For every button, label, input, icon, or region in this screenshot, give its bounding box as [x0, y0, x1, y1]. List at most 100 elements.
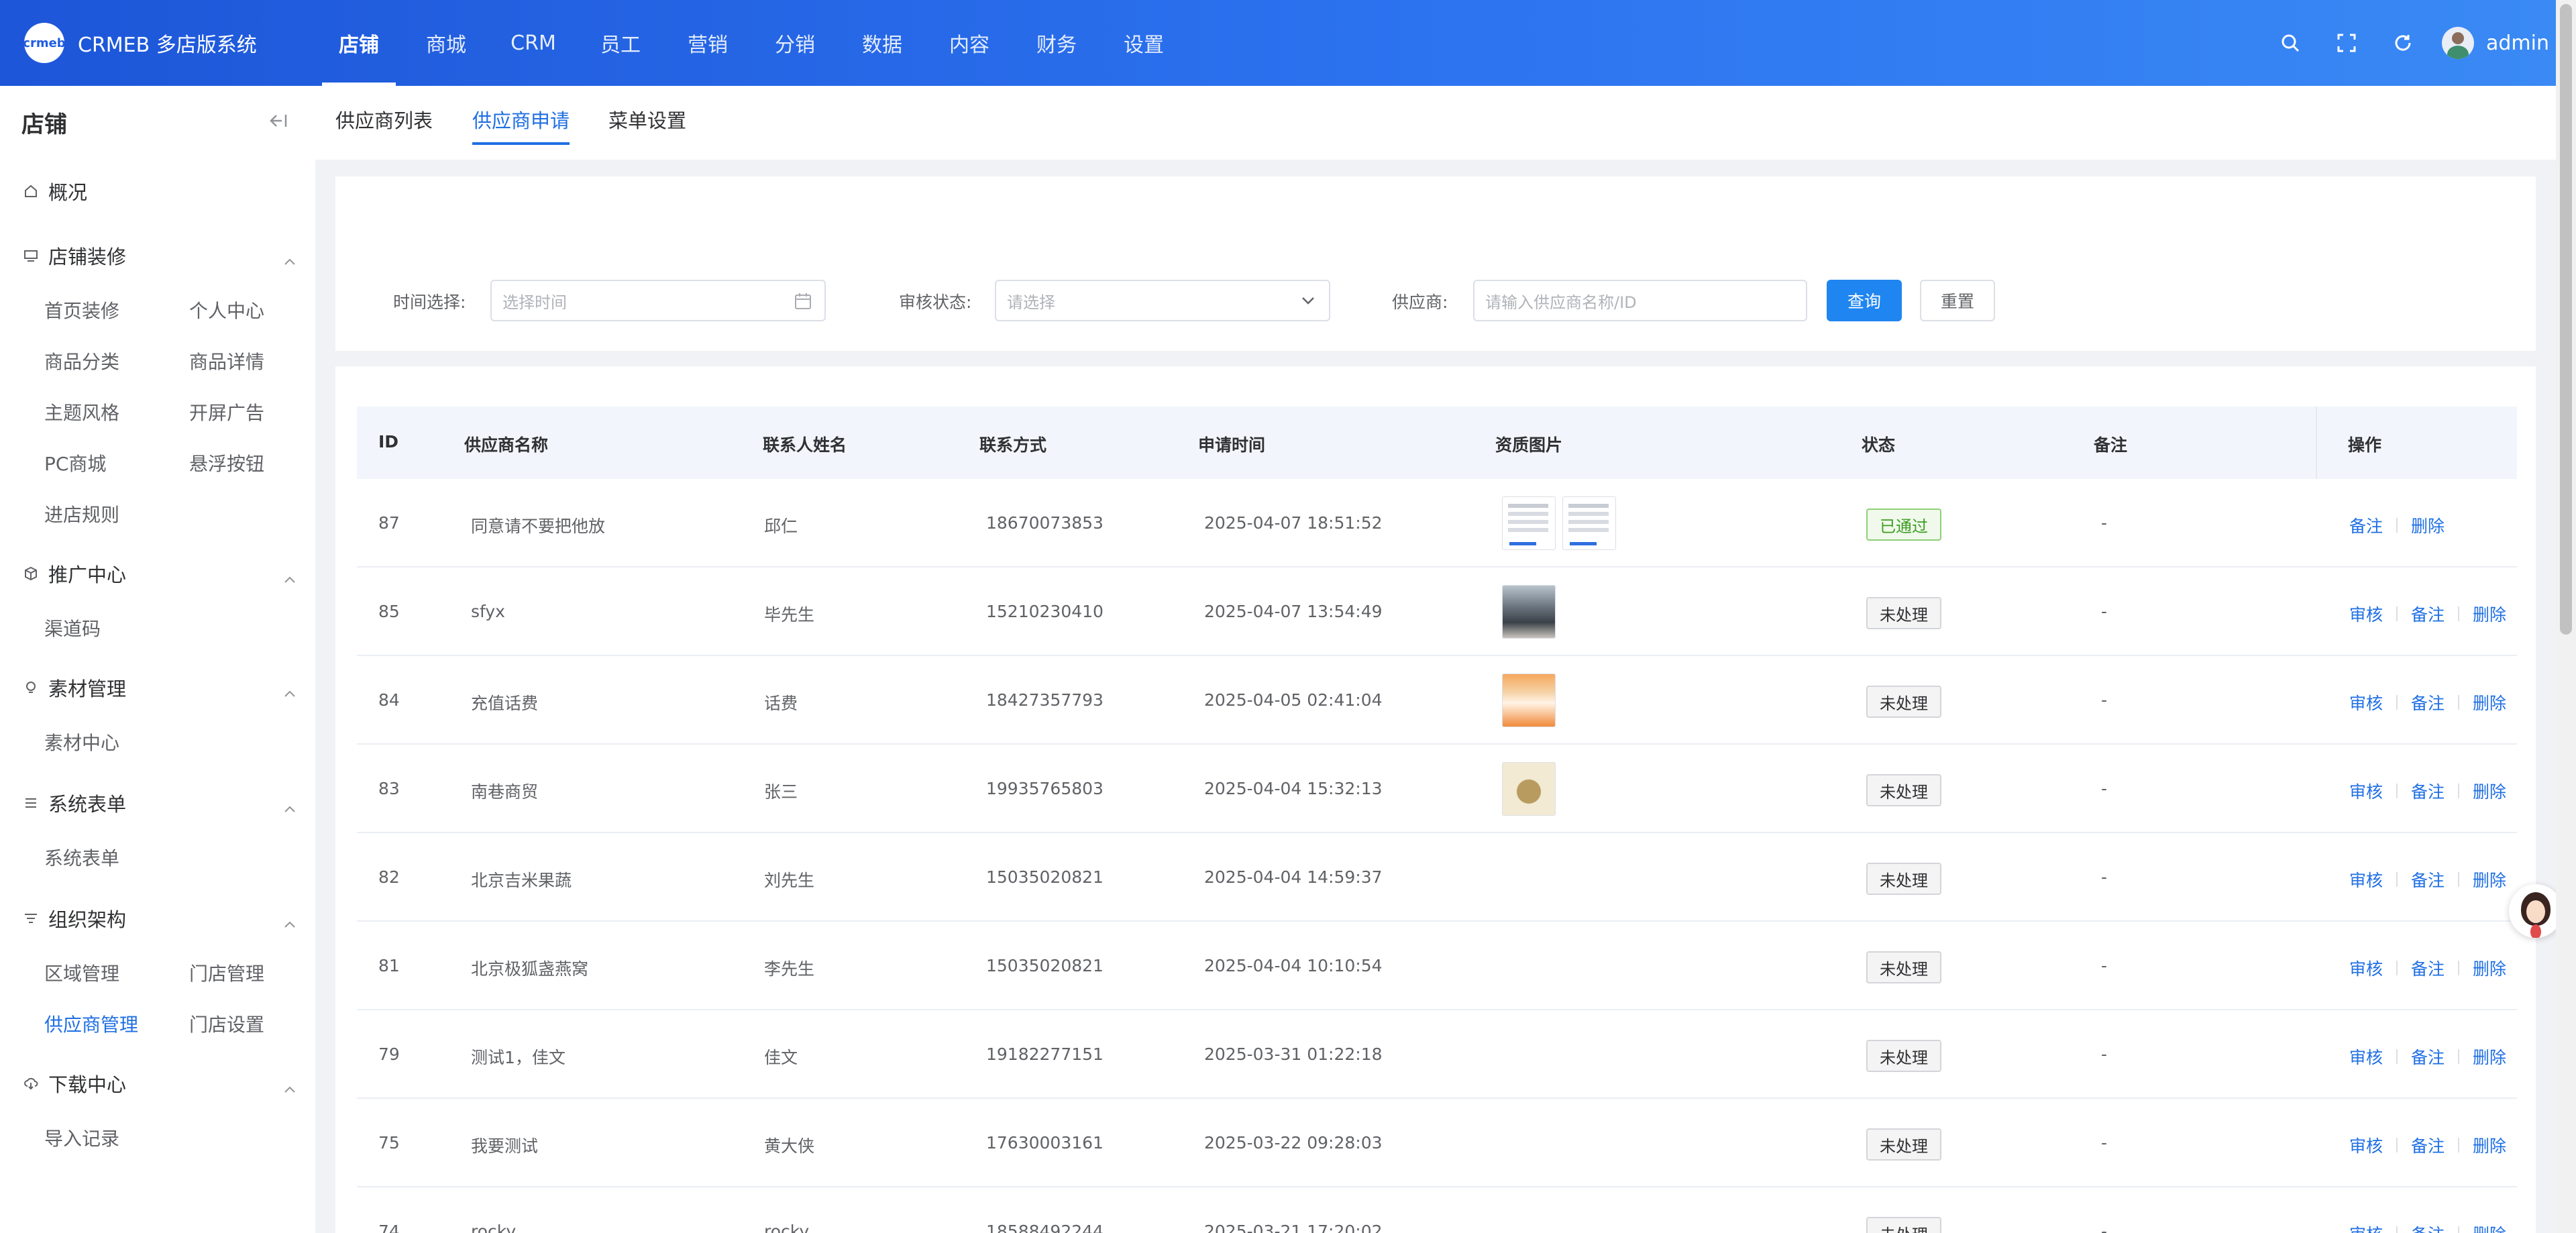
delete-link[interactable]: 删除: [2473, 1044, 2506, 1069]
sidebar-item-home-decoration[interactable]: 首页装修: [44, 297, 119, 323]
status-badge: 未处理: [1866, 951, 1941, 983]
remark-link[interactable]: 备注: [2349, 513, 2383, 537]
table-row: 87 同意请不要把他放 邱仁 18670073853 2025-04-07 18…: [357, 479, 2517, 568]
sidebar-item-overview[interactable]: 概况: [21, 174, 297, 208]
reset-button[interactable]: 重置: [1920, 280, 1995, 321]
status-select[interactable]: 请选择: [995, 280, 1330, 321]
table-row: 84 充值话费 话费 18427357793 2025-04-05 02:41:…: [357, 656, 2517, 745]
col-id: ID: [378, 432, 399, 451]
collapse-sidebar-icon[interactable]: [268, 113, 288, 131]
remark-link[interactable]: 备注: [2411, 690, 2445, 714]
sidebar-item-import-records[interactable]: 导入记录: [44, 1124, 119, 1151]
sidebar-section-decoration[interactable]: 店铺装修: [21, 239, 297, 272]
review-link[interactable]: 审核: [2349, 602, 2383, 626]
search-icon[interactable]: [2262, 0, 2318, 86]
qualification-image[interactable]: [1502, 585, 1556, 639]
tab-supplier-application[interactable]: 供应商申请: [472, 86, 570, 153]
qualification-image[interactable]: [1562, 496, 1616, 550]
remark-link[interactable]: 备注: [2411, 867, 2445, 892]
page-scrollbar[interactable]: [2556, 0, 2576, 1233]
topnav-staff[interactable]: 员工: [577, 0, 664, 86]
sidebar-section-promotion[interactable]: 推广中心: [21, 557, 297, 590]
delete-link[interactable]: 删除: [2473, 956, 2506, 980]
sidebar-item-theme-style[interactable]: 主题风格: [44, 398, 119, 425]
qualification-image[interactable]: [1502, 496, 1556, 550]
remark-link[interactable]: 备注: [2411, 1133, 2445, 1157]
sidebar-item-entry-rules[interactable]: 进店规则: [44, 500, 119, 527]
sidebar-item-float-button[interactable]: 悬浮按钮: [189, 449, 264, 476]
customer-service-avatar[interactable]: [2509, 884, 2563, 938]
delete-link[interactable]: 删除: [2473, 867, 2506, 892]
review-link[interactable]: 审核: [2349, 779, 2383, 803]
topnav-store[interactable]: 店铺: [315, 0, 402, 86]
cell-remark: -: [2101, 602, 2108, 621]
topnav-settings[interactable]: 设置: [1100, 0, 1187, 86]
cell-remark: -: [2101, 513, 2108, 533]
tab-menu-settings[interactable]: 菜单设置: [608, 86, 686, 153]
sidebar-item-channel-code[interactable]: 渠道码: [44, 614, 101, 641]
topnav-data[interactable]: 数据: [839, 0, 926, 86]
sidebar-section-org[interactable]: 组织架构: [21, 902, 297, 935]
remark-link[interactable]: 备注: [2411, 602, 2445, 626]
remark-link[interactable]: 备注: [2411, 1044, 2445, 1069]
sidebar-section-label: 店铺装修: [48, 246, 127, 268]
query-button[interactable]: 查询: [1827, 280, 1902, 321]
sidebar-item-region[interactable]: 区域管理: [44, 959, 119, 986]
topnav-marketing[interactable]: 营销: [664, 0, 751, 86]
col-remark: 备注: [2094, 435, 2128, 455]
qualification-image[interactable]: [1502, 674, 1556, 727]
cell-apply-time: 2025-03-22 09:28:03: [1204, 1133, 1383, 1152]
review-link[interactable]: 审核: [2349, 1133, 2383, 1157]
tab-supplier-list[interactable]: 供应商列表: [335, 86, 433, 153]
sidebar-item-store-management[interactable]: 门店管理: [189, 959, 264, 986]
delete-link[interactable]: 删除: [2411, 513, 2445, 537]
scrollbar-thumb[interactable]: [2560, 4, 2572, 635]
user-menu[interactable]: admin: [2442, 27, 2549, 59]
delete-link[interactable]: 删除: [2473, 1222, 2506, 1233]
sidebar-item-product-detail[interactable]: 商品详情: [189, 347, 264, 374]
review-link[interactable]: 审核: [2349, 690, 2383, 714]
time-picker[interactable]: 选择时间: [490, 280, 826, 321]
table-row: 74 rocky rocky 18588492244 2025-03-21 17…: [357, 1187, 2517, 1233]
remark-link[interactable]: 备注: [2411, 779, 2445, 803]
topnav-content[interactable]: 内容: [926, 0, 1013, 86]
review-link[interactable]: 审核: [2349, 1044, 2383, 1069]
cell-contact-name: 邱仁: [764, 517, 798, 536]
topnav-finance[interactable]: 财务: [1013, 0, 1100, 86]
remark-link[interactable]: 备注: [2411, 956, 2445, 980]
sidebar-item-store-settings[interactable]: 门店设置: [189, 1010, 264, 1037]
sidebar-item-system-forms[interactable]: 系统表单: [44, 844, 119, 871]
qualification-image[interactable]: [1502, 762, 1556, 816]
sidebar-section-forms[interactable]: 系统表单: [21, 786, 297, 820]
brand[interactable]: crmeb CRMEB 多店版系统: [23, 23, 257, 63]
remark-link[interactable]: 备注: [2411, 1222, 2445, 1233]
divider: [2458, 606, 2460, 621]
table-header: ID 供应商名称 联系人姓名 联系方式 申请时间 资质图片 状态 备注 操作: [357, 407, 2517, 479]
sidebar-section-download[interactable]: 下载中心: [21, 1067, 297, 1100]
supplier-search-input[interactable]: 请输入供应商名称/ID: [1473, 280, 1807, 321]
sidebar-item-personal-center[interactable]: 个人中心: [189, 297, 264, 323]
sidebar-item-pc-mall[interactable]: PC商城: [44, 449, 106, 476]
sidebar-item-material-center[interactable]: 素材中心: [44, 729, 119, 755]
sidebar-section-material[interactable]: 素材管理: [21, 671, 297, 704]
delete-link[interactable]: 删除: [2473, 602, 2506, 626]
review-link[interactable]: 审核: [2349, 956, 2383, 980]
chevron-up-icon: [283, 796, 297, 818]
cell-phone: 18670073853: [986, 513, 1104, 533]
topnav-distribution[interactable]: 分销: [751, 0, 839, 86]
sidebar-item-supplier-management[interactable]: 供应商管理: [44, 1010, 138, 1037]
delete-link[interactable]: 删除: [2473, 690, 2506, 714]
tabs-bar: 供应商列表 供应商申请 菜单设置: [315, 86, 2556, 160]
refresh-icon[interactable]: [2375, 0, 2431, 86]
review-link[interactable]: 审核: [2349, 1222, 2383, 1233]
chevron-up-icon: [283, 911, 297, 934]
topnav-crm[interactable]: CRM: [490, 0, 577, 86]
fullscreen-icon[interactable]: [2318, 0, 2375, 86]
table-row: 81 北京极狐盏燕窝 李先生 15035020821 2025-04-04 10…: [357, 922, 2517, 1010]
sidebar-item-splash-ad[interactable]: 开屏广告: [189, 398, 264, 425]
delete-link[interactable]: 删除: [2473, 779, 2506, 803]
topnav-mall[interactable]: 商城: [402, 0, 490, 86]
sidebar-item-product-category[interactable]: 商品分类: [44, 347, 119, 374]
delete-link[interactable]: 删除: [2473, 1133, 2506, 1157]
review-link[interactable]: 审核: [2349, 867, 2383, 892]
